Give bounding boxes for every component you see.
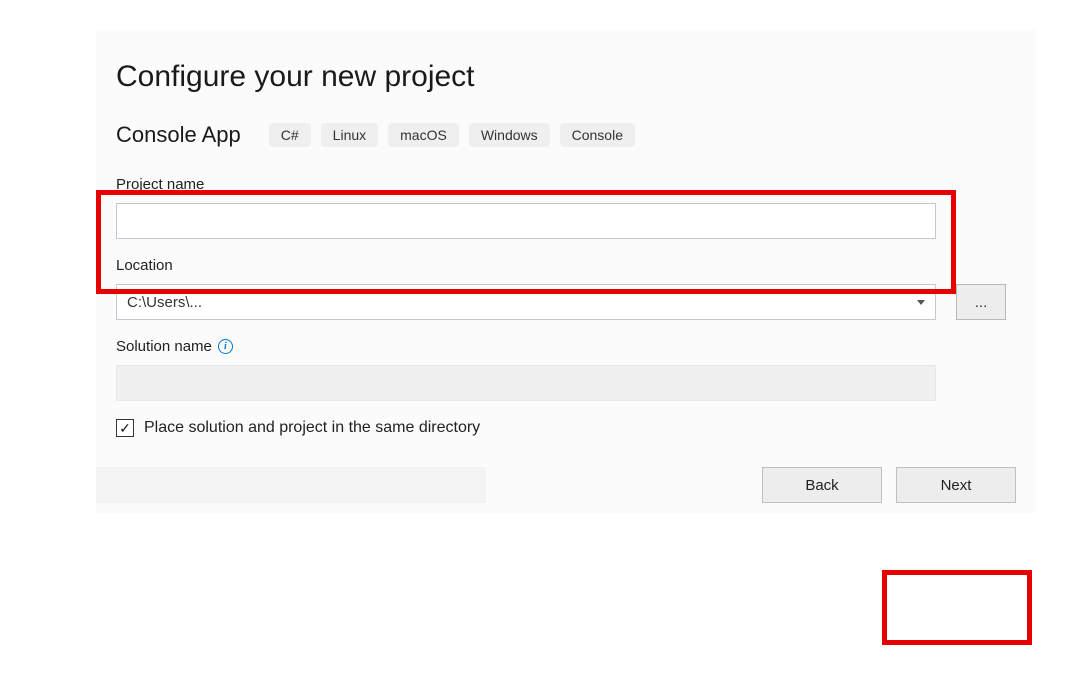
project-name-group: Project name [116,176,1016,239]
tag-csharp: C# [269,123,311,147]
location-combobox[interactable]: C:\Users\... [116,284,936,320]
template-row: Console App C# Linux macOS Windows Conso… [116,122,1016,148]
project-name-input[interactable] [116,203,936,239]
project-name-label: Project name [116,176,1016,193]
tag-macos: macOS [388,123,459,147]
back-button[interactable]: Back [762,467,882,503]
tag-windows: Windows [469,123,550,147]
location-label: Location [116,257,1016,274]
browse-button[interactable]: ... [956,284,1006,320]
highlight-next-button [882,570,1032,645]
browse-label: ... [975,294,988,311]
same-directory-row: ✓ Place solution and project in the same… [116,419,1016,437]
page-title: Configure your new project [116,60,1016,94]
chevron-down-icon [917,300,925,305]
location-group: Location C:\Users\... ... [116,257,1016,320]
dialog-footer: Back Next [96,467,1036,503]
footer-spacer [96,467,486,503]
tag-linux: Linux [321,123,378,147]
template-name: Console App [116,122,241,148]
tag-console: Console [560,123,635,147]
next-button[interactable]: Next [896,467,1016,503]
same-directory-label: Place solution and project in the same d… [144,419,480,437]
solution-name-group: Solution name i [116,338,1016,401]
info-icon[interactable]: i [218,339,233,354]
configure-project-dialog: Configure your new project Console App C… [96,30,1036,513]
checkmark-icon: ✓ [119,421,131,435]
solution-name-input [116,365,936,401]
location-value: C:\Users\... [127,294,202,311]
same-directory-checkbox[interactable]: ✓ [116,419,134,437]
solution-name-label: Solution name i [116,338,1016,355]
